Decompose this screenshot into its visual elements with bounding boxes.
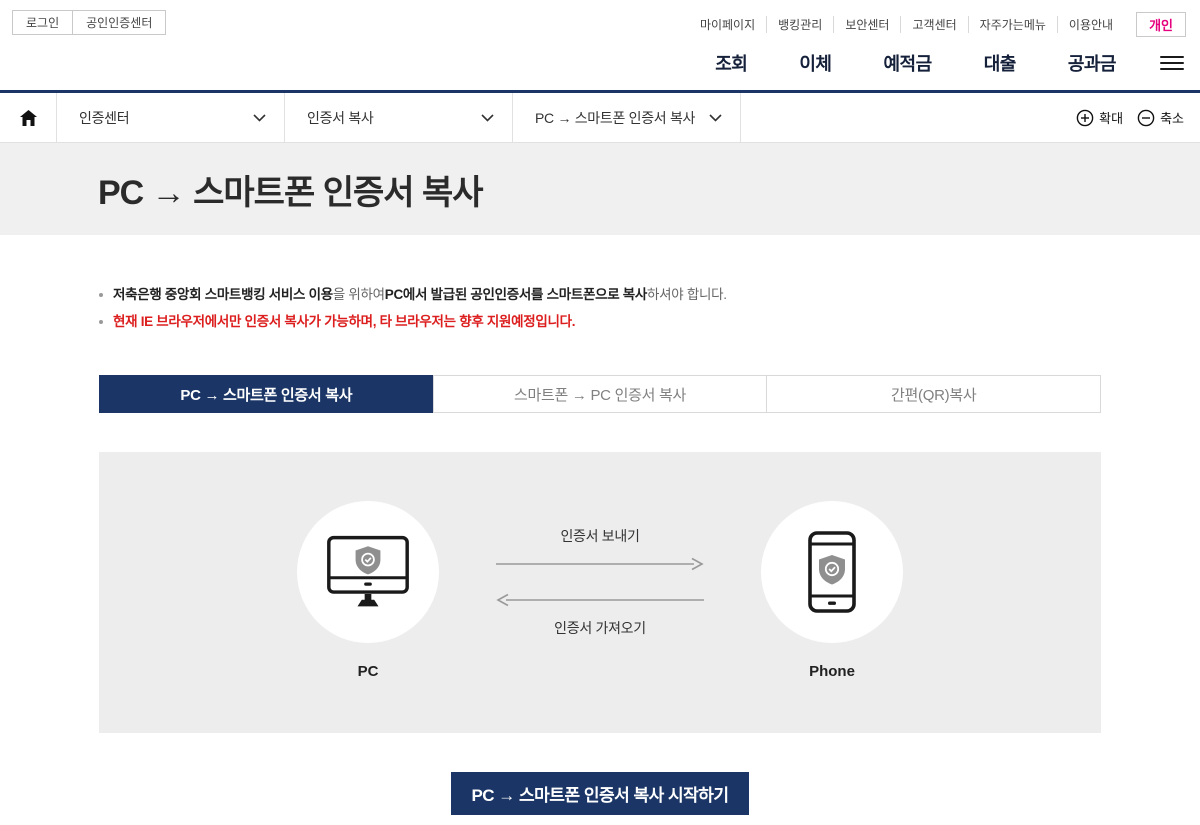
zoom-in-label: 확대 [1099,108,1123,127]
breadcrumb-select-3-label: PC → 스마트폰 인증서 복사 [535,108,695,128]
home-icon [20,110,37,126]
utility-link-banking[interactable]: 뱅킹관리 [766,16,833,33]
pc-icon-circle [297,501,439,643]
notice-text: 을 위하여 [333,287,385,302]
utility-link-customer[interactable]: 고객센터 [900,16,967,33]
chevron-down-icon [709,114,722,122]
get-certificate-label: 인증서 가져오기 [554,618,646,638]
zoom-in-button[interactable]: 확대 [1076,108,1123,127]
zoom-in-icon [1076,109,1094,127]
tab-phone-to-pc[interactable]: 스마트폰 → PC 인증서 복사 [433,375,768,413]
nav-item-loan[interactable]: 대출 [984,50,1016,76]
notice-text: 하셔야 합니다. [647,287,727,302]
phone-icon [806,529,858,615]
chevron-down-icon [253,114,266,122]
main-nav: 조회 이체 예적금 대출 공과금 [663,50,1184,76]
pc-monitor-icon [325,533,411,611]
header: 로그인 공인인증센터 마이페이지 뱅킹관리 보안센터 고객센터 자주가는메뉴 이… [0,0,1200,90]
content: 저축은행 중앙회 스마트뱅킹 서비스 이용을 위하여PC에서 발급된 공인인증서… [99,281,1101,815]
page: 로그인 공인인증센터 마이페이지 뱅킹관리 보안센터 고객센터 자주가는메뉴 이… [0,0,1200,825]
breadcrumb-select-2[interactable]: 인증서 복사 [285,93,513,142]
nav-item-utility-bill[interactable]: 공과금 [1068,50,1116,76]
pc-node: PC [297,501,439,680]
utility-button-group: 로그인 공인인증센터 [12,10,166,35]
certificate-copy-diagram: PC 인증서 보내기 인증서 가져오기 [99,452,1101,733]
phone-label: Phone [809,663,855,680]
utility-link-mypage[interactable]: 마이페이지 [689,16,766,33]
breadcrumb-select-1[interactable]: 인증센터 [57,93,285,142]
page-title: PC → 스마트폰 인증서 복사 [98,165,483,214]
transfer-arrows: 인증서 보내기 인증서 가져오기 [494,526,706,638]
pc-label: PC [358,663,379,680]
nav-item-inquiry[interactable]: 조회 [715,50,747,76]
nav-item-deposit[interactable]: 예적금 [884,50,932,76]
utility-link-favorites[interactable]: 자주가는메뉴 [968,16,1057,33]
breadcrumb-select-2-label: 인증서 복사 [307,108,374,128]
notice-text: 저축은행 중앙회 스마트뱅킹 서비스 이용 [113,287,333,302]
zoom-out-icon [1137,109,1155,127]
arrow-left-icon [494,593,706,607]
nav-item-transfer[interactable]: 이체 [799,50,831,76]
chevron-down-icon [481,114,494,122]
notice-text: PC에서 발급된 공인인증서를 스마트폰으로 복사 [385,287,647,302]
notice-item-warning: 현재 IE 브라우저에서만 인증서 복사가 가능하며, 타 브라우저는 향후 지… [99,308,1101,335]
breadcrumb: 인증센터 인증서 복사 PC → 스마트폰 인증서 복사 확대 축소 [0,90,1200,143]
zoom-out-label: 축소 [1160,108,1184,127]
tab-bar: PC → 스마트폰 인증서 복사 스마트폰 → PC 인증서 복사 간편(QR)… [99,375,1101,413]
arrow-right-icon [494,557,706,571]
user-type-badge[interactable]: 개인 [1136,12,1186,37]
notice-list: 저축은행 중앙회 스마트뱅킹 서비스 이용을 위하여PC에서 발급된 공인인증서… [99,281,1101,335]
utility-link-guide[interactable]: 이용안내 [1057,16,1124,33]
text-zoom-controls: 확대 축소 [1062,93,1200,142]
utility-links: 마이페이지 뱅킹관리 보안센터 고객센터 자주가는메뉴 이용안내 개인 [689,12,1186,37]
breadcrumb-select-3[interactable]: PC → 스마트폰 인증서 복사 [513,93,741,142]
tab-pc-to-phone[interactable]: PC → 스마트폰 인증서 복사 [99,375,434,413]
cert-center-button[interactable]: 공인인증센터 [72,10,166,35]
login-button[interactable]: 로그인 [12,10,73,35]
title-band: PC → 스마트폰 인증서 복사 [0,143,1200,235]
tab-qr-copy[interactable]: 간편(QR)복사 [766,375,1101,413]
zoom-out-button[interactable]: 축소 [1137,108,1184,127]
home-button[interactable] [0,93,57,142]
hamburger-menu-icon[interactable] [1160,56,1184,71]
start-copy-button[interactable]: PC → 스마트폰 인증서 복사 시작하기 [451,772,749,815]
utility-link-security[interactable]: 보안센터 [833,16,900,33]
notice-item: 저축은행 중앙회 스마트뱅킹 서비스 이용을 위하여PC에서 발급된 공인인증서… [99,281,1101,308]
send-certificate-label: 인증서 보내기 [560,526,639,546]
phone-node: Phone [761,501,903,680]
breadcrumb-select-1-label: 인증센터 [79,108,129,128]
phone-icon-circle [761,501,903,643]
